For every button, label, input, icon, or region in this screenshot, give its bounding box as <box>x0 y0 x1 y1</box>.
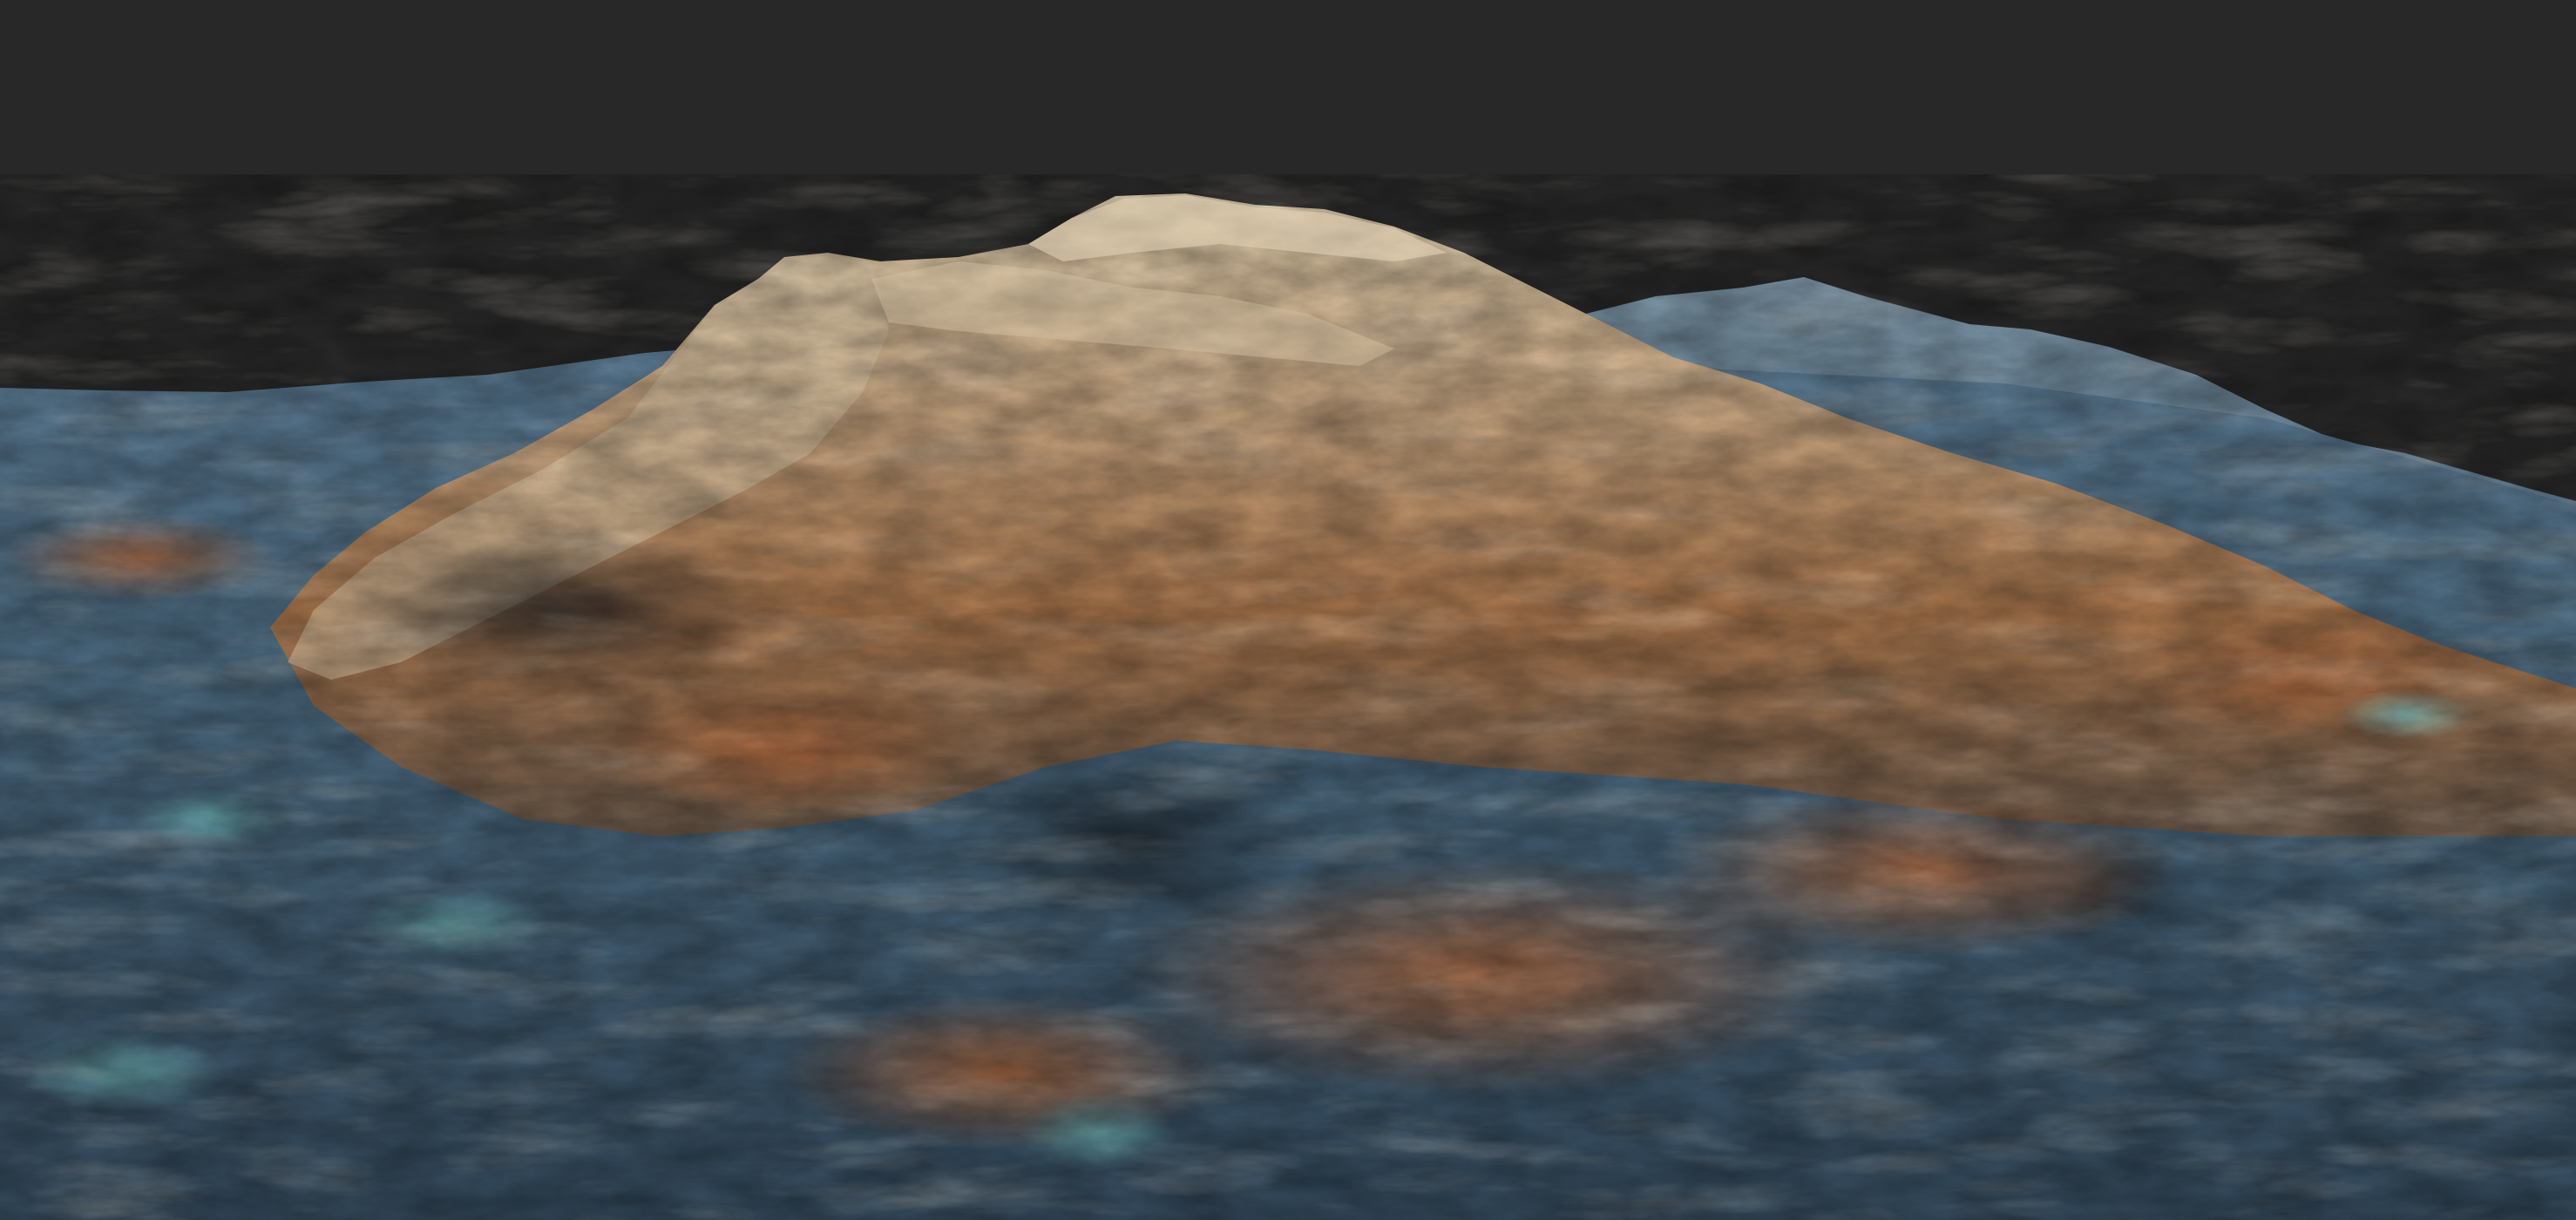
terrain-scene <box>0 0 2576 1220</box>
